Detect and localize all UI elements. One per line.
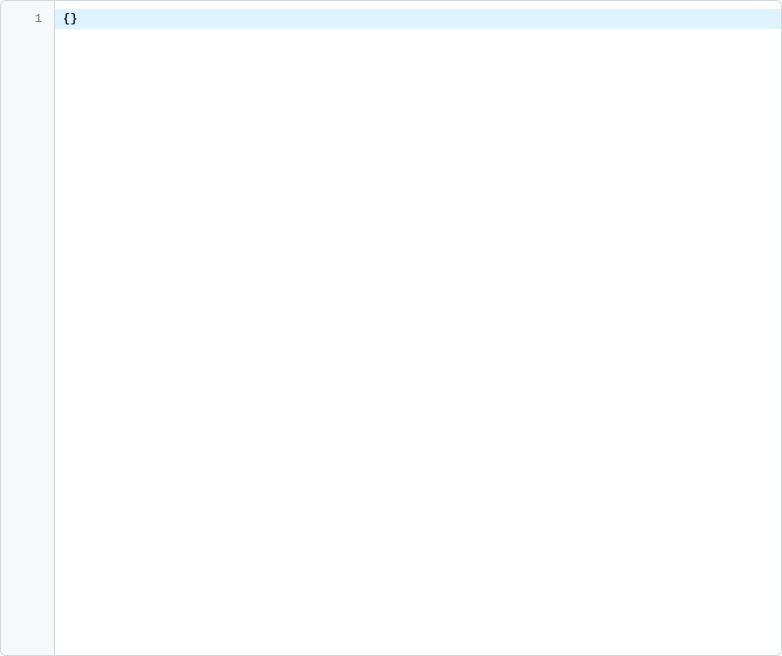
line-number-gutter: 1 xyxy=(1,1,55,655)
code-text: {} xyxy=(63,12,77,26)
code-content-area[interactable]: {} xyxy=(55,1,781,655)
line-number: 1 xyxy=(1,9,54,29)
code-line[interactable]: {} xyxy=(55,9,781,29)
code-editor[interactable]: 1 {} xyxy=(0,0,782,656)
